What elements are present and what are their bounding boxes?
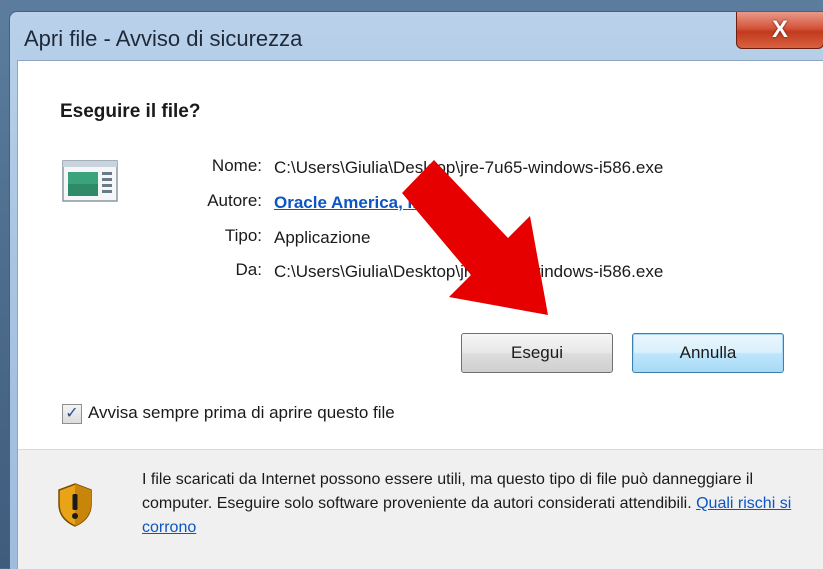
cancel-button[interactable]: Annulla [632,333,784,373]
dialog-heading: Eseguire il file? [60,101,201,122]
close-button[interactable]: X [736,12,823,49]
dialog-title: Apri file - Avviso di sicurezza [24,26,303,51]
checkmark-icon: ✓ [65,405,79,422]
field-label: Tipo: [224,226,262,245]
title-bar[interactable]: Apri file - Avviso di sicurezza X [10,12,823,62]
run-button[interactable]: Esegui [461,333,613,373]
security-shield-icon [58,483,92,527]
warning-footer: I file scaricati da Internet possono ess… [18,450,823,569]
always-ask-label[interactable]: Avvisa sempre prima di aprire questo fil… [88,403,395,423]
file-name-value: C:\Users\Giulia\Desktop\jre-7u65-windows… [274,158,664,177]
file-type-value: Applicazione [274,228,371,247]
field-label: Autore: [207,191,262,210]
field-label: Da: [235,260,262,279]
security-warning-dialog: Apri file - Avviso di sicurezza X Esegui… [9,11,823,569]
publisher-link[interactable]: Oracle America, Inc. [274,193,437,213]
warning-text: I file scaricati da Internet possono ess… [142,468,792,540]
always-ask-checkbox[interactable]: ✓ [62,404,82,424]
close-icon: X [771,16,788,43]
application-file-icon [62,160,118,202]
warning-message: I file scaricati da Internet possono ess… [142,471,754,512]
field-label: Nome: [211,156,262,175]
file-source-value: C:\Users\Giulia\Desktop\jre-7u65-windows… [274,262,664,281]
dialog-body: Eseguire il file? Nome: C:\Users\Giulia\… [17,60,823,569]
